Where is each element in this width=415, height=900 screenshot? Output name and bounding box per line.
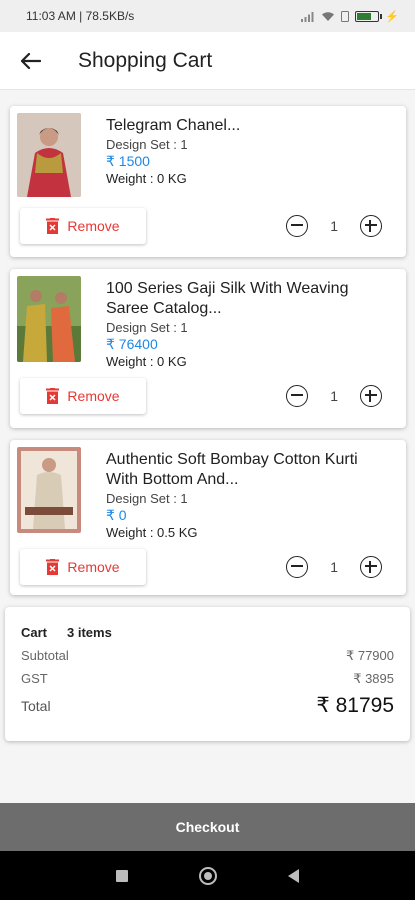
product-weight: Weight : 0 KG [106,354,187,369]
decrease-quantity-button[interactable] [286,385,309,407]
checkout-button[interactable]: Checkout [0,803,415,851]
product-name[interactable]: Authentic Soft Bombay Cotton Kurti With … [106,450,391,490]
product-image[interactable] [17,447,81,533]
item-info: Telegram Chanel... Design Set : 1 ₹ 1500… [106,116,391,187]
quantity-stepper: 1 [286,215,382,237]
item-info: Authentic Soft Bombay Cotton Kurti With … [106,450,391,541]
signal-icon [301,11,314,22]
back-nav-icon[interactable] [288,868,300,883]
system-nav-bar [0,851,415,900]
quantity-value: 1 [330,218,338,234]
product-weight: Weight : 0 KG [106,171,187,186]
sim-icon [341,10,350,22]
decrease-quantity-button[interactable] [286,215,309,237]
cart-content[interactable]: Telegram Chanel... Design Set : 1 ₹ 1500… [0,91,415,803]
remove-label: Remove [67,559,120,575]
remove-button[interactable]: Remove [20,549,146,585]
remove-button[interactable]: Remove [20,378,146,414]
cart-summary: Cart 3 items Subtotal ₹ 77900 GST ₹ 3895… [5,607,410,741]
quantity-stepper: 1 [286,385,382,407]
page-title: Shopping Cart [78,48,213,72]
gst-label: GST [21,671,48,686]
home-icon[interactable] [198,866,217,885]
app-bar: Shopping Cart [0,32,415,90]
product-price: ₹ 76400 [106,336,158,352]
remove-label: Remove [67,218,120,234]
product-name[interactable]: 100 Series Gaji Silk With Weaving Saree … [106,279,391,319]
product-image[interactable] [17,113,81,197]
wifi-icon [322,11,335,21]
charging-icon: ⚡ [385,10,399,23]
trash-icon [46,218,60,234]
subtotal-row: Subtotal ₹ 77900 [21,648,394,664]
subtotal-label: Subtotal [21,648,69,663]
product-weight: Weight : 0.5 KG [106,525,198,540]
recents-icon[interactable] [115,869,128,882]
gst-value: ₹ 3895 [353,671,394,686]
design-set: Design Set : 1 [106,491,188,506]
increase-quantity-button[interactable] [360,215,382,237]
summary-header: Cart 3 items [21,625,394,640]
product-price: ₹ 0 [106,507,127,523]
remove-button[interactable]: Remove [20,208,146,244]
status-icons: ⚡ [301,10,399,23]
total-row: Total ₹ 81795 [21,693,394,718]
quantity-value: 1 [330,388,338,404]
total-value: ₹ 81795 [316,694,394,717]
increase-quantity-button[interactable] [360,556,382,578]
design-set: Design Set : 1 [106,320,188,335]
cart-item-card: 100 Series Gaji Silk With Weaving Saree … [10,269,406,428]
quantity-value: 1 [330,559,338,575]
trash-icon [46,559,60,575]
cart-item-card: Telegram Chanel... Design Set : 1 ₹ 1500… [10,106,406,257]
status-time: 11:03 AM | 78.5KB/s [26,9,135,23]
status-bar: 11:03 AM | 78.5KB/s ⚡ [0,0,415,32]
design-set: Design Set : 1 [106,137,188,152]
back-button[interactable] [2,32,60,90]
product-name[interactable]: Telegram Chanel... [106,116,391,136]
product-photo-icon [17,447,81,533]
total-label: Total [21,697,51,714]
cart-label: Cart [21,625,48,640]
cart-item-card: Authentic Soft Bombay Cotton Kurti With … [10,440,406,595]
product-photo-icon [17,113,81,197]
battery-icon [355,10,383,22]
trash-icon [46,388,60,404]
gst-row: GST ₹ 3895 [21,671,394,687]
remove-label: Remove [67,388,120,404]
product-price: ₹ 1500 [106,153,150,169]
items-count: 3 items [67,625,112,640]
decrease-quantity-button[interactable] [286,556,309,578]
subtotal-value: ₹ 77900 [345,648,394,663]
arrow-left-icon [21,52,41,69]
product-image[interactable] [17,276,81,362]
increase-quantity-button[interactable] [360,385,382,407]
item-info: 100 Series Gaji Silk With Weaving Saree … [106,279,391,370]
quantity-stepper: 1 [286,556,382,578]
product-photo-icon [17,276,81,362]
